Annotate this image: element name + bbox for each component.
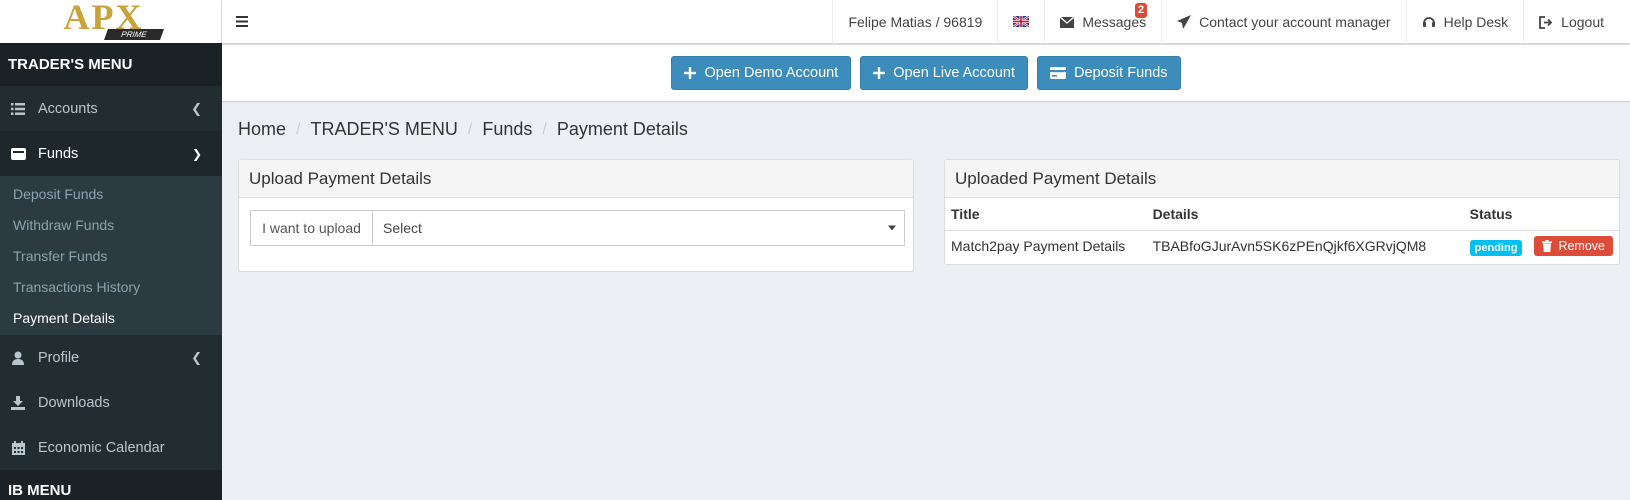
row-title: Match2pay Payment Details — [951, 238, 1126, 255]
sidebar-item-accounts[interactable]: Accounts ❮ — [0, 86, 222, 131]
column-header-details: Details — [1146, 198, 1464, 231]
sidebar-item-profile[interactable]: Profile ❮ — [0, 335, 222, 380]
breadcrumb-separator: / — [296, 120, 301, 138]
breadcrumb-traders-menu[interactable]: TRADER'S MENU — [310, 119, 457, 140]
upload-addon-label: I want to upload — [251, 211, 373, 245]
top-navbar: Felipe Matias / 96819 Messages 2 Contact… — [222, 0, 1630, 44]
upload-payment-details-panel: Upload Payment Details I want to upload … — [238, 159, 914, 272]
uploaded-payment-details-panel: Uploaded Payment Details Title Details S… — [944, 159, 1620, 265]
breadcrumb-separator: / — [542, 120, 547, 138]
logo-box[interactable]: APX PRIME — [0, 0, 222, 43]
download-icon — [10, 395, 26, 411]
trash-icon — [1542, 240, 1553, 253]
submenu-deposit-funds[interactable]: Deposit Funds — [0, 178, 222, 209]
upload-type-select[interactable]: Select — [373, 211, 904, 245]
row-action-cell: Remove — [1528, 230, 1619, 262]
open-demo-label: Open Demo Account — [704, 65, 839, 81]
contact-account-manager-link[interactable]: Contact your account manager — [1161, 0, 1405, 44]
sidebar-item-label: Profile — [38, 349, 80, 366]
plus-icon — [684, 67, 697, 79]
breadcrumb: Home / TRADER'S MENU / Funds / Payment D… — [238, 119, 688, 140]
breadcrumb-home[interactable]: Home — [238, 119, 286, 140]
breadcrumb-separator: / — [467, 120, 473, 138]
chevron-down-icon: ❯ — [191, 146, 202, 161]
messages-count-badge: 2 — [1135, 3, 1148, 18]
caret-down-icon — [888, 225, 896, 231]
help-desk-link[interactable]: Help Desk — [1405, 0, 1524, 44]
calendar-icon — [10, 440, 26, 456]
status-badge: pending — [1469, 240, 1523, 257]
open-live-account-button[interactable]: Open Live Account — [860, 56, 1029, 90]
open-live-label: Open Live Account — [893, 65, 1016, 81]
chevron-left-icon: ❮ — [191, 349, 202, 365]
hamburger-menu-icon[interactable] — [222, 0, 262, 43]
sidebar-item-label: Funds — [38, 145, 79, 162]
sidebar-item-label: Downloads — [38, 394, 110, 411]
user-icon — [10, 350, 26, 366]
breadcrumb-payment-details: Payment Details — [556, 119, 688, 139]
deposit-funds-button[interactable]: Deposit Funds — [1037, 56, 1181, 90]
sidebar: APX PRIME TRADER'S MENU Accounts ❮ Funds… — [0, 0, 222, 500]
chevron-left-icon: ❮ — [191, 100, 202, 116]
sidebar-item-label: Economic Calendar — [38, 439, 165, 456]
ib-menu-header: IB MENU — [0, 470, 222, 500]
remove-button[interactable]: Remove — [1534, 236, 1613, 257]
credit-card-icon — [1050, 67, 1067, 79]
breadcrumb-funds[interactable]: Funds — [482, 119, 532, 140]
list-icon — [10, 101, 26, 117]
submenu-payment-details[interactable]: Payment Details — [0, 302, 222, 333]
row-status-cell: pending — [1464, 230, 1529, 262]
column-header-title: Title — [945, 198, 1147, 231]
user-account-info[interactable]: Felipe Matias / 96819 — [832, 0, 997, 44]
sidebar-item-economic-calendar[interactable]: Economic Calendar — [0, 425, 222, 470]
table-header-row: Title Details Status — [945, 198, 1619, 231]
panel-title: Uploaded Payment Details — [945, 160, 1619, 198]
uploaded-details-table: Title Details Status Match2pay Payment D… — [945, 198, 1619, 262]
sidebar-item-downloads[interactable]: Downloads — [0, 380, 222, 425]
panel-title: Upload Payment Details — [239, 160, 913, 198]
messages-link[interactable]: Messages 2 — [1044, 0, 1161, 44]
column-header-status: Status — [1463, 198, 1529, 231]
language-selector[interactable] — [997, 0, 1044, 44]
submenu-transfer-funds[interactable]: Transfer Funds — [0, 240, 222, 271]
paper-plane-icon — [1177, 15, 1192, 29]
envelope-icon — [1060, 16, 1075, 28]
sidebar-item-label: Accounts — [38, 100, 98, 117]
wallet-icon — [10, 146, 26, 162]
submenu-withdraw-funds[interactable]: Withdraw Funds — [0, 209, 222, 240]
sidebar-item-funds[interactable]: Funds ❯ — [0, 131, 222, 176]
deposit-label: Deposit Funds — [1074, 65, 1168, 81]
open-demo-account-button[interactable]: Open Demo Account — [671, 56, 852, 90]
logo-subtext: PRIME — [103, 28, 164, 40]
contact-label: Contact your account manager — [1199, 14, 1391, 30]
table-row: Match2pay Payment Details TBABfoGJurAvn5… — [945, 230, 1619, 262]
user-name: Felipe Matias / 96819 — [848, 14, 983, 30]
submenu-transactions-history[interactable]: Transactions History — [0, 271, 222, 302]
select-value: Select — [383, 220, 422, 236]
plus-icon — [873, 67, 886, 79]
logout-label: Logout — [1561, 14, 1604, 30]
uk-flag-icon — [1012, 14, 1030, 30]
upload-type-input-group: I want to upload Select — [250, 210, 905, 246]
headset-icon — [1422, 15, 1436, 29]
logout-link[interactable]: Logout — [1523, 0, 1630, 44]
logo: APX PRIME — [56, 0, 166, 42]
funds-submenu: Deposit Funds Withdraw Funds Transfer Fu… — [0, 176, 222, 335]
traders-menu-header: TRADER'S MENU — [0, 43, 222, 86]
row-details: TBABfoGJurAvn5SK6zPEnQjkf6XGRvjQM8 — [1152, 238, 1427, 255]
column-header-actions — [1528, 198, 1619, 231]
sign-out-icon — [1539, 15, 1553, 29]
helpdesk-label: Help Desk — [1443, 14, 1509, 30]
action-bar: Open Demo Account Open Live Account Depo… — [222, 45, 1630, 102]
remove-label: Remove — [1558, 239, 1605, 254]
